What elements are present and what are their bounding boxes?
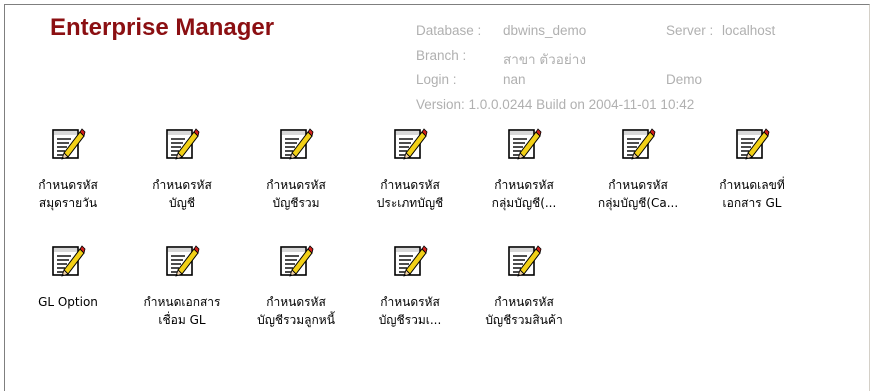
login-label: Login : xyxy=(416,72,457,87)
edit-document-pencil-icon xyxy=(353,243,467,279)
menu-item-label: กำหนดเอกสาร เชื่อม GL xyxy=(143,295,221,327)
menu-item[interactable]: กำหนดรหัส บัญชีรวม xyxy=(239,126,353,212)
menu-item-label: GL Option xyxy=(38,295,98,309)
server-value: localhost xyxy=(722,23,776,38)
edit-document-pencil-icon xyxy=(11,126,125,162)
menu-item[interactable]: GL Option xyxy=(11,243,125,311)
login-extra: Demo xyxy=(666,72,703,87)
menu-item-label: กำหนดรหัส บัญชีรวม xyxy=(266,178,326,210)
edit-document-pencil-icon xyxy=(125,243,239,279)
branch-label: Branch : xyxy=(416,48,467,63)
menu-item[interactable]: กำหนดรหัส กลุ่มบัญชี(Ca... xyxy=(581,126,695,212)
menu-item-label: กำหนดรหัส กลุ่มบัญชี(... xyxy=(491,178,557,210)
database-value: dbwins_demo xyxy=(503,23,587,38)
branch-value: สาขา ตัวอย่าง xyxy=(503,52,586,67)
menu-item[interactable]: กำหนดรหัส บัญชีรวมลูกหนี้ xyxy=(239,243,353,329)
edit-document-pencil-icon xyxy=(467,243,581,279)
menu-item[interactable]: กำหนดเลขที่ เอกสาร GL xyxy=(695,126,809,212)
menu-item-label: กำหนดรหัส บัญชีรวมลูกหนี้ xyxy=(257,295,335,327)
menu-item[interactable]: กำหนดรหัส บัญชีรวมสินค้า xyxy=(467,243,581,329)
edit-document-pencil-icon xyxy=(695,126,809,162)
menu-item-label: กำหนดรหัส บัญชี xyxy=(152,178,212,210)
menu-item-label: กำหนดรหัส กลุ่มบัญชี(Ca... xyxy=(597,178,679,210)
edit-document-pencil-icon xyxy=(581,126,695,162)
edit-document-pencil-icon xyxy=(239,243,353,279)
menu-item[interactable]: กำหนดรหัส กลุ่มบัญชี(... xyxy=(467,126,581,212)
menu-item[interactable]: กำหนดรหัส สมุดรายวัน xyxy=(11,126,125,212)
edit-document-pencil-icon xyxy=(353,126,467,162)
login-value: nan xyxy=(503,72,526,87)
menu-item-label: กำหนดรหัส ประเภทบัญชี xyxy=(376,178,444,210)
app-title: Enterprise Manager xyxy=(50,14,275,41)
database-label: Database : xyxy=(416,23,482,38)
menu-item[interactable]: กำหนดรหัส ประเภทบัญชี xyxy=(353,126,467,212)
edit-document-pencil-icon xyxy=(125,126,239,162)
server-label: Server : xyxy=(666,23,714,38)
menu-item-label: กำหนดเลขที่ เอกสาร GL xyxy=(719,178,785,210)
edit-document-pencil-icon xyxy=(11,243,125,279)
menu-item-label: กำหนดรหัส บัญชีรวมเ... xyxy=(378,295,442,327)
menu-item[interactable]: กำหนดรหัส บัญชี xyxy=(125,126,239,212)
menu-item[interactable]: กำหนดรหัส บัญชีรวมเ... xyxy=(353,243,467,329)
menu-item[interactable]: กำหนดเอกสาร เชื่อม GL xyxy=(125,243,239,329)
menu-item-label: กำหนดรหัส สมุดรายวัน xyxy=(38,178,98,210)
version-text: Version: 1.0.0.0244 Build on 2004-11-01 … xyxy=(416,97,695,112)
edit-document-pencil-icon xyxy=(467,126,581,162)
edit-document-pencil-icon xyxy=(239,126,353,162)
menu-item-label: กำหนดรหัส บัญชีรวมสินค้า xyxy=(485,295,563,327)
